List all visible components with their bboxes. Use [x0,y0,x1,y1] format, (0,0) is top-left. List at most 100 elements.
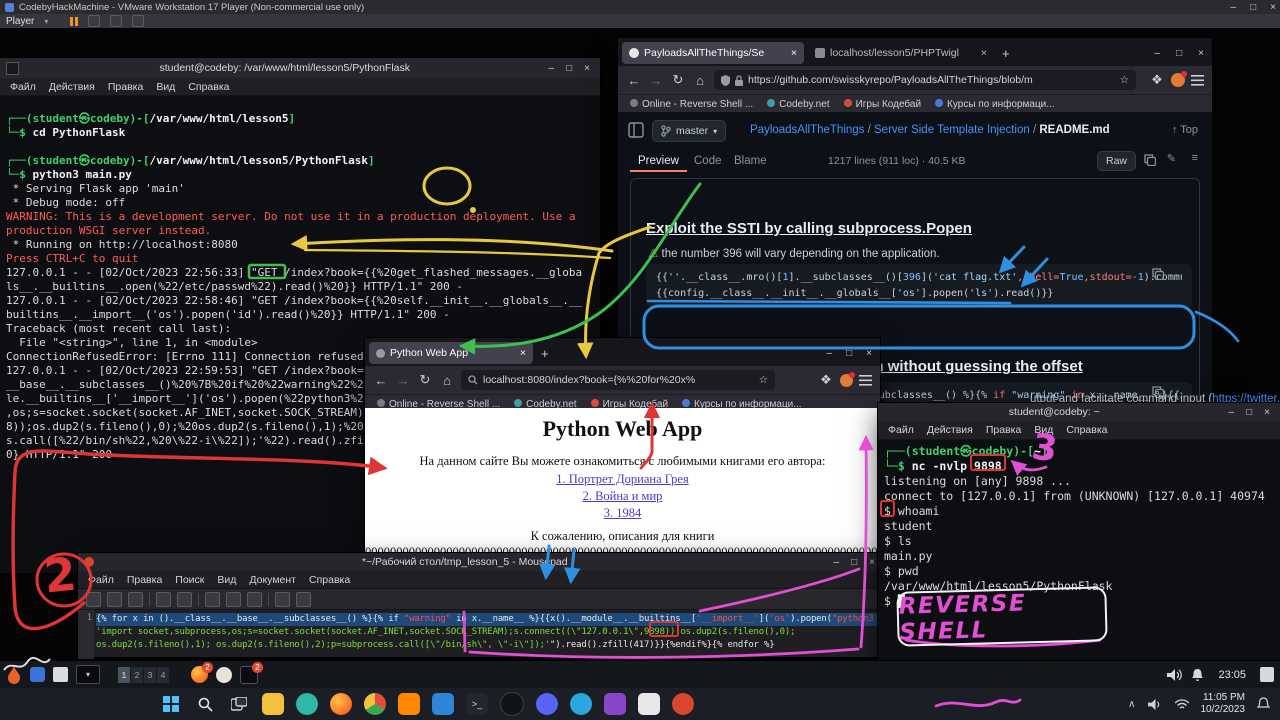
terminal-app-icon[interactable]: >_ [466,693,488,715]
app-icon[interactable] [672,693,694,715]
bookmark-item[interactable]: Курсы по информаци... [935,99,1055,110]
raw-button[interactable]: Raw [1097,151,1136,171]
bookmark-star-icon[interactable]: ☆ [1120,74,1129,86]
paste-icon[interactable] [247,592,262,607]
files-taskbar-button[interactable] [216,667,232,683]
edit-pencil-icon[interactable]: ✎ [1167,152,1176,165]
search-icon[interactable] [275,592,290,607]
back-icon[interactable]: ← [373,373,389,388]
workspace-4[interactable]: 4 [157,667,169,683]
workspace-switcher[interactable]: 1 2 3 4 [118,667,169,683]
firefox-icon[interactable] [330,693,352,715]
fullscreen-button[interactable] [132,15,144,27]
window-list-button[interactable]: ▾ [76,665,100,684]
reload-icon[interactable]: ↻ [417,372,433,388]
menu-edit[interactable]: Правка [127,574,162,586]
book-link-1[interactable]: 1. Портрет Дориана Грея [556,472,688,486]
snapshot-button[interactable] [110,15,122,27]
menu-actions[interactable]: Действия [49,81,95,93]
close-button[interactable]: × [1198,48,1204,59]
terminal-window-netcat[interactable]: student@codeby: ~ –□× Файл Действия Прав… [878,403,1280,660]
home-icon[interactable]: ⌂ [692,73,708,88]
vlc-icon[interactable] [398,693,420,715]
reload-icon[interactable]: ↻ [670,72,686,88]
bookmark-item[interactable]: Codeby.net [767,99,829,110]
forward-icon[interactable]: → [648,73,664,88]
network-icon[interactable] [1175,699,1189,710]
back-to-top-link[interactable]: ↑ Top [1172,124,1198,136]
redo-icon[interactable] [177,592,192,607]
close-button[interactable]: × [869,557,875,568]
workspace-1[interactable]: 1 [118,667,130,683]
account-icon[interactable] [840,374,853,387]
minimize-button[interactable]: – [1155,48,1161,59]
speaker-icon[interactable] [1148,698,1163,711]
mousepad-window[interactable]: *~/Рабочий стол/tmp_lesson_5 - Mousepad … [78,553,885,657]
menu-help[interactable]: Справка [309,574,350,586]
bookmark-item[interactable]: Online - Reverse Shell ... [630,99,753,110]
close-button[interactable]: × [1270,2,1276,13]
home-icon[interactable]: ⌂ [439,373,455,388]
bookmark-item[interactable]: Игры Кодебай [844,99,921,110]
more-options-icon[interactable]: ≡ [1192,152,1198,164]
clock-tray[interactable]: 11:05 PM 10/2/2023 [1201,692,1246,716]
menu-view[interactable]: Вид [156,81,175,93]
back-icon[interactable]: ← [626,73,642,88]
ctrl-alt-del-button[interactable] [88,15,100,27]
tab-python-web-app[interactable]: Python Web App × [369,342,533,364]
new-tab-button[interactable]: + [1002,46,1010,61]
tab-blame[interactable]: Blame [734,155,767,167]
close-button[interactable]: × [866,348,872,359]
tray-expand-chevron[interactable]: ∧ [1128,699,1135,710]
menu-file[interactable]: Файл [10,81,36,93]
tab-preview[interactable]: Preview [630,152,687,172]
breadcrumb-repo[interactable]: PayloadsAllTheThings [750,124,864,136]
menu-help[interactable]: Справка [1066,424,1107,436]
search-button[interactable] [194,693,216,715]
extensions-icon[interactable]: ❖ [818,372,834,388]
task-view-button[interactable] [228,693,250,715]
file-tree-icon[interactable] [628,122,644,138]
maximize-button[interactable]: □ [1250,2,1256,13]
chrome-icon[interactable] [364,693,386,715]
new-tab-button[interactable]: + [541,346,549,361]
save-icon[interactable] [128,592,143,607]
menu-edit[interactable]: Правка [986,424,1021,436]
tab-code[interactable]: Code [694,155,722,167]
maximize-button[interactable]: □ [1176,48,1182,59]
close-button[interactable]: × [584,63,590,74]
tab-payloadsallthethings[interactable]: PayloadsAllTheThings/Se × [622,42,804,64]
breadcrumb-folder[interactable]: Server Side Template Injection [874,124,1030,136]
minimize-button[interactable]: – [1229,407,1235,418]
vscode-icon[interactable] [432,693,454,715]
obs-icon[interactable] [500,692,524,716]
close-button[interactable]: × [1264,407,1270,418]
terminal-taskbar-button[interactable]: 2 [240,666,258,684]
discord-icon[interactable] [536,693,558,715]
maximize-button[interactable]: □ [851,557,857,568]
notification-bell-icon[interactable] [1257,697,1270,711]
start-button[interactable] [160,693,182,715]
menu-search[interactable]: Поиск [175,574,204,586]
vm-clock[interactable]: 23:05 [1218,669,1246,681]
menu-view[interactable]: Вид [217,574,236,586]
extensions-icon[interactable]: ❖ [1149,72,1165,88]
maximize-button[interactable]: □ [1246,407,1252,418]
tab-close-icon[interactable]: × [981,47,987,59]
undo-icon[interactable] [156,592,171,607]
open-file-icon[interactable] [107,592,122,607]
notifications-bell-icon[interactable] [1191,668,1204,682]
notepad-icon[interactable] [638,693,660,715]
maximize-button[interactable]: □ [566,63,572,74]
tab-close-icon[interactable]: × [520,347,526,359]
firefox-window-webapp[interactable]: Python Web App × + –□× ← → ↻ ⌂ localhost… [365,338,880,560]
minimize-button[interactable]: – [1231,2,1237,13]
menu-edit[interactable]: Правка [108,81,143,93]
edge-icon[interactable] [296,693,318,715]
menu-document[interactable]: Документ [249,574,296,586]
copy-icon[interactable] [226,592,241,607]
minimize-button[interactable]: – [549,63,555,74]
book-link-2[interactable]: 2. Война и мир [583,489,663,503]
clipboard-icon[interactable] [1260,667,1274,682]
maximize-button[interactable]: □ [846,348,852,359]
